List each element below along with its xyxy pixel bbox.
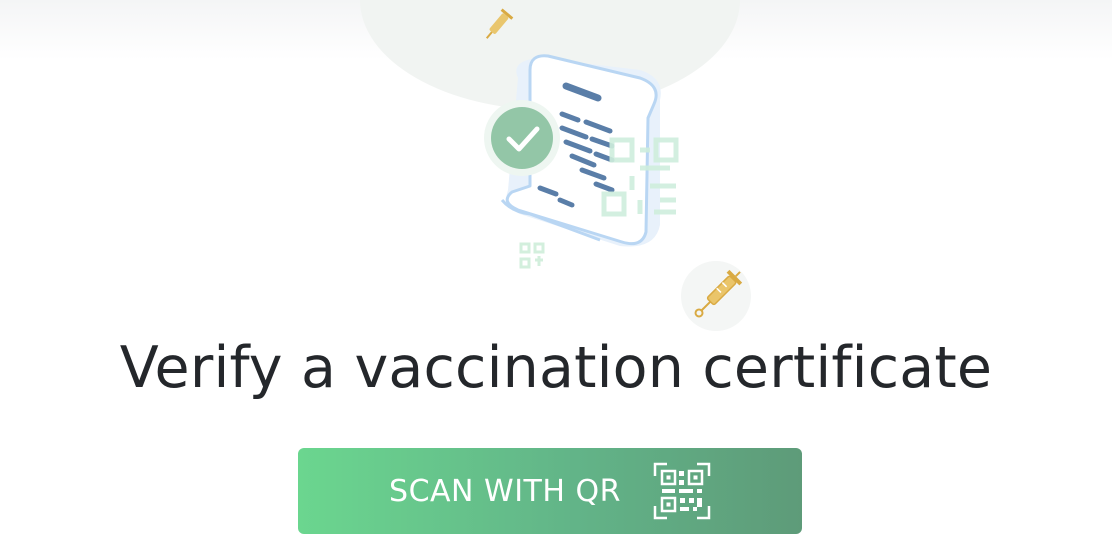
- scan-button-label: SCAN WITH QR: [389, 473, 621, 509]
- vaccination-certificate-illustration: [360, 0, 751, 331]
- scan-with-qr-button[interactable]: SCAN WITH QR: [298, 448, 802, 534]
- page-title: Verify a vaccination certificate: [119, 335, 993, 401]
- qr-code-icon-tiny: [519, 242, 545, 269]
- check-badge-icon: [484, 100, 560, 176]
- syringe-icon: [681, 261, 751, 331]
- qr-code-icon: [653, 462, 711, 520]
